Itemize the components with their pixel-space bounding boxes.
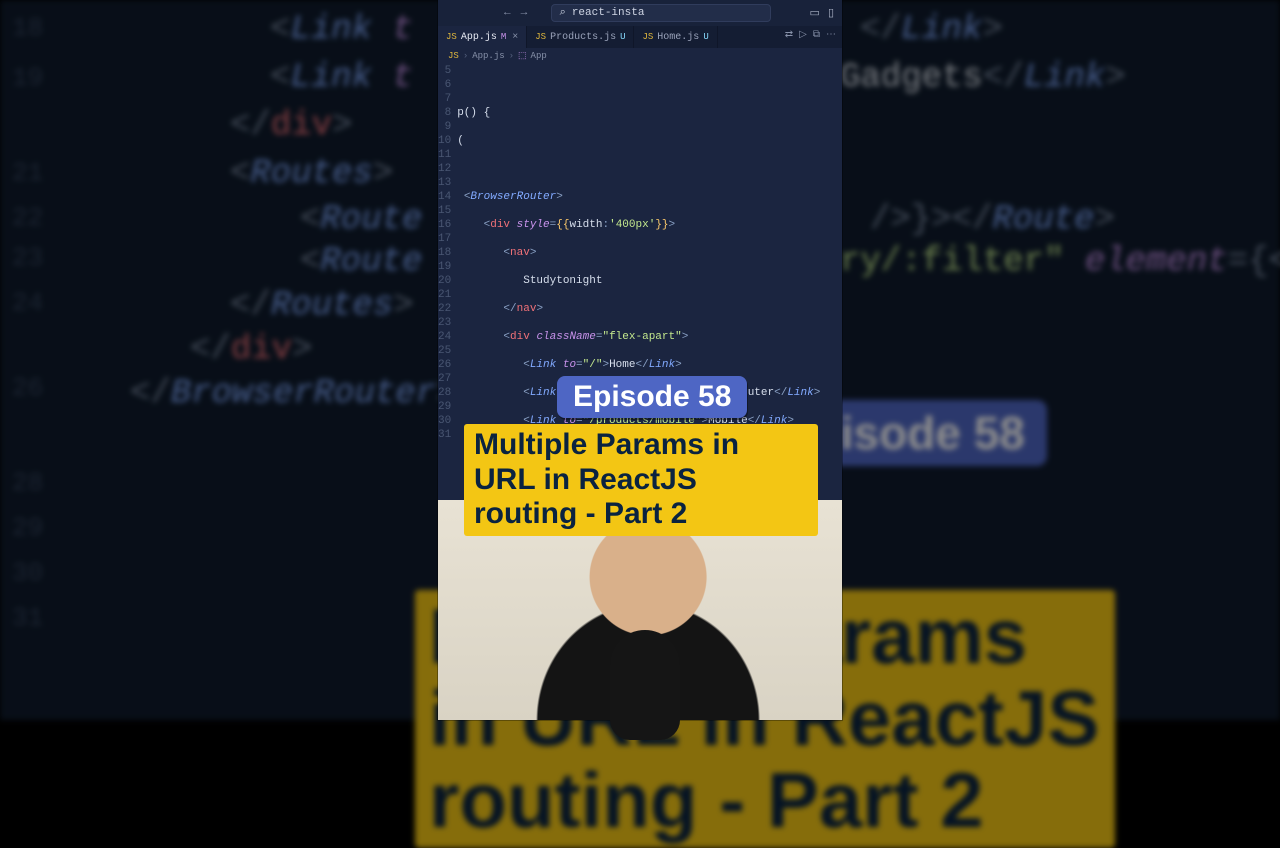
run-icon[interactable]: ▷ — [799, 29, 807, 41]
search-text: react-insta — [572, 7, 645, 19]
compare-icon[interactable]: ⇄ — [785, 29, 793, 41]
search-icon: ⌕ — [560, 7, 566, 19]
back-icon[interactable]: ← — [504, 7, 511, 19]
episode-badge: Episode 58 — [557, 376, 747, 418]
tab-home-js[interactable]: JS Home.js U — [634, 26, 717, 48]
video-title: Multiple Params in URL in ReactJS routin… — [464, 424, 818, 536]
js-icon: JS — [642, 32, 653, 42]
split-icon[interactable]: ⧉ — [813, 29, 820, 41]
tab-bar: JS App.js M × JS Products.js U JS Home.j… — [438, 26, 842, 48]
more-icon[interactable]: ⋯ — [826, 29, 836, 41]
panel-left-icon[interactable]: ▭ — [810, 6, 820, 20]
nav-arrows: ← → — [504, 7, 527, 19]
tab-app-js[interactable]: JS App.js M × — [438, 26, 527, 48]
tab-actions: ⇄ ▷ ⧉ ⋯ — [785, 29, 836, 41]
breadcrumbs: JS› App.js› ⬚App — [438, 48, 842, 64]
forward-icon[interactable]: → — [521, 7, 528, 19]
titlebar: ← → ⌕ react-insta ▭ ▯ — [438, 0, 842, 26]
js-icon: JS — [535, 32, 546, 42]
tab-products-js[interactable]: JS Products.js U — [527, 26, 634, 48]
command-search[interactable]: ⌕ react-insta — [551, 4, 771, 22]
close-icon[interactable]: × — [512, 32, 518, 43]
js-icon: JS — [446, 32, 457, 42]
panel-right-icon[interactable]: ▯ — [828, 6, 834, 20]
